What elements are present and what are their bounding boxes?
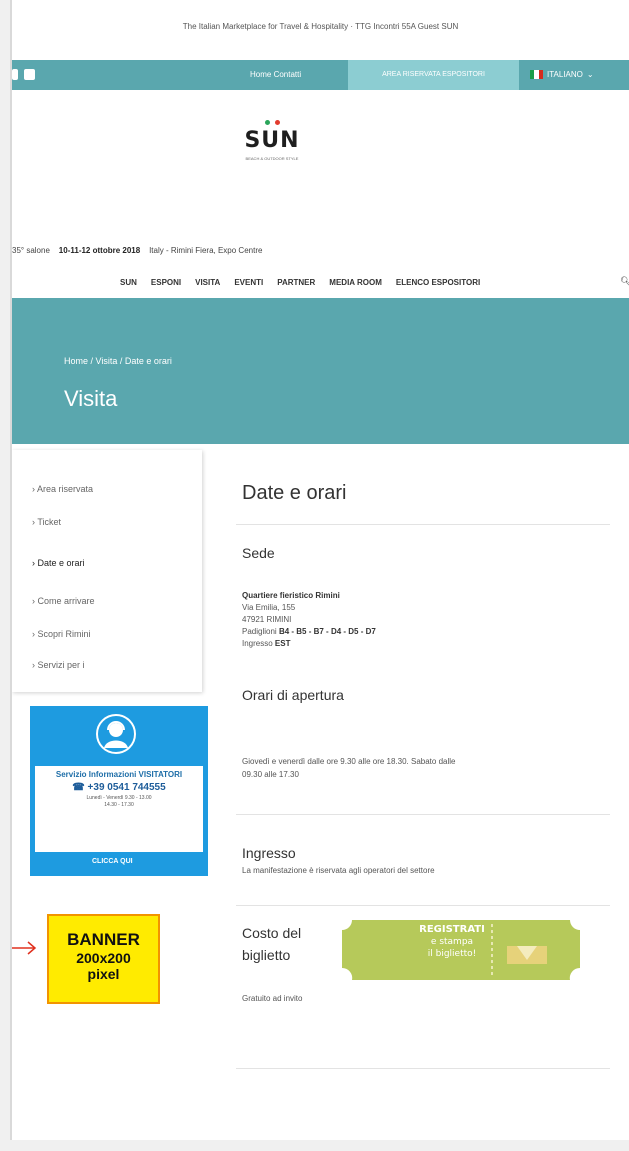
pavilions-label: Padiglioni	[242, 627, 277, 636]
ticket-banner-line-3: il biglietto!	[427, 949, 477, 959]
phone-number: +39 0541 744555	[87, 782, 166, 793]
home-contacts-link[interactable]: Home Contatti	[250, 70, 301, 79]
divider	[236, 524, 610, 525]
language-selector[interactable]: ITALIANO ⌄	[530, 70, 594, 79]
entrance-value: EST	[274, 639, 291, 648]
contact-click-here-button[interactable]: CLICCA QUI	[92, 858, 133, 865]
sidebar-item-label: Area riservata	[37, 484, 94, 494]
logo-subtitle: BEACH & OUTDOOR STYLE	[245, 156, 299, 161]
main-nav: SUN ESPONI VISITA EVENTI PARTNER MEDIA R…	[120, 278, 480, 287]
divider	[236, 814, 610, 815]
cost-heading-line-2: biglietto	[242, 947, 291, 963]
venue-address: Quartiere fieristico Rimini Via Emilia, …	[242, 590, 376, 650]
venue-street: Via Emilia, 155	[242, 603, 296, 612]
sidebar-item-date-e-orari[interactable]: › Date e orari	[32, 558, 85, 568]
hours-text-line-2: 09.30 alle 17.30	[242, 770, 299, 779]
tagline: The Italian Marketplace for Travel & Hos…	[182, 22, 459, 31]
visitor-info-title: Servizio Informazioni VISITATORI	[55, 770, 183, 779]
site-container: The Italian Marketplace for Travel & Hos…	[12, 0, 629, 1140]
cost-text: Gratuito ad invito	[242, 994, 303, 1003]
event-dates: 10-11-12 ottobre 2018	[58, 246, 141, 255]
search-icon[interactable]: 🔍︎	[620, 276, 629, 287]
nav-item-esponi[interactable]: ESPONI	[151, 278, 181, 287]
sidebar-menu: › Area riservata › Ticket › Date e orari…	[12, 450, 202, 692]
hours-line-1: Lunedì - Venerdì 9.30 - 13.00	[86, 795, 152, 801]
content-title: Date e orari	[242, 482, 347, 504]
nav-item-visita[interactable]: VISITA	[195, 278, 220, 287]
facebook-icon[interactable]	[12, 69, 18, 80]
divider	[236, 1068, 610, 1069]
logo-dots	[222, 120, 322, 125]
visitor-info-hours: Lunedì - Venerdì 9.30 - 13.00 14.30 - 17…	[35, 793, 203, 809]
entry-heading: Ingresso	[242, 845, 296, 861]
cost-heading: Costo del biglietto	[242, 922, 301, 966]
phone-icon: ☎	[72, 782, 85, 793]
breadcrumb[interactable]: Home / Visita / Date e orari	[64, 356, 172, 366]
page-title: Visita	[64, 386, 118, 411]
venue-city: 47921 RIMINI	[242, 615, 292, 624]
visitor-info-card: Servizio Informazioni VISITATORI ☎ +39 0…	[35, 766, 203, 852]
nav-item-sun[interactable]: SUN	[120, 278, 137, 287]
nav-item-media-room[interactable]: MEDIA ROOM	[329, 278, 382, 287]
site-logo[interactable]: SUN BEACH & OUTDOOR STYLE	[222, 120, 322, 162]
ticket-banner-line-1: REGISTRATI	[419, 924, 485, 935]
ticket-banner-text: REGISTRATI e stampa il biglietto!	[382, 924, 522, 960]
hours-line-2: 14.30 - 17.30	[104, 802, 134, 808]
ad-banner-line-3: pixel	[87, 966, 120, 982]
sidebar-item-ticket[interactable]: › Ticket	[32, 517, 61, 527]
entry-text: La manifestazione è riservata agli opera…	[242, 866, 435, 875]
arrow-right-icon	[12, 941, 37, 955]
hours-text-line-1: Giovedì e venerdì dalle ore 9.30 alle or…	[242, 757, 456, 766]
logo-wordmark: SUN	[244, 128, 300, 153]
divider	[236, 905, 610, 906]
italy-flag-icon	[530, 70, 543, 79]
cost-heading-line-1: Costo del	[242, 925, 302, 941]
sidebar-item-label: Come arrivare	[37, 596, 95, 606]
ticket-banner-line-2: e stampa	[430, 937, 474, 947]
page: The Italian Marketplace for Travel & Hos…	[0, 0, 629, 1151]
instagram-icon[interactable]	[24, 69, 35, 80]
sidebar-item-label: Ticket	[37, 517, 62, 527]
top-bar: Home Contatti AREA RISERVATA ESPOSITORI …	[12, 60, 629, 90]
entrance-label: Ingresso	[242, 639, 273, 648]
pavilions-value: B4 - B5 - B7 - D4 - D5 - D7	[278, 627, 376, 636]
venue-heading: Sede	[242, 545, 275, 561]
main-content	[216, 450, 629, 1140]
ad-banner-placeholder[interactable]: BANNER 200x200 pixel	[47, 914, 160, 1004]
chevron-down-icon: ⌄	[586, 70, 594, 79]
sidebar-item-label: Scopri Rimini	[37, 629, 91, 639]
venue-name: Quartiere fieristico Rimini	[242, 591, 340, 600]
language-label: ITALIANO	[547, 70, 583, 79]
hours-text: Giovedì e venerdì dalle ore 9.30 alle or…	[242, 755, 455, 781]
page-banner: Home / Visita / Date e orari Visita	[12, 298, 629, 444]
nav-item-elenco-espositori[interactable]: ELENCO ESPOSITORI	[396, 278, 480, 287]
hours-heading: Orari di apertura	[242, 687, 344, 703]
sidebar-item-scopri-rimini[interactable]: › Scopri Rimini	[32, 629, 91, 639]
sidebar-item-label: Date e orari	[37, 558, 85, 568]
event-edition: 35° salone	[12, 246, 50, 255]
ad-banner-line-2: 200x200	[76, 950, 131, 966]
visitor-info-widget[interactable]: Servizio Informazioni VISITATORI ☎ +39 0…	[30, 706, 208, 876]
sidebar-item-label: Servizi per i	[37, 660, 85, 670]
nav-item-partner[interactable]: PARTNER	[277, 278, 315, 287]
sidebar-item-servizi[interactable]: › Servizi per i	[32, 660, 85, 670]
event-info: 35° salone 10-11-12 ottobre 2018 Italy -…	[12, 246, 262, 255]
visitor-info-phone[interactable]: ☎ +39 0541 744555	[35, 780, 203, 793]
ad-banner-line-1: BANNER	[67, 930, 140, 949]
sidebar-item-come-arrivare[interactable]: › Come arrivare	[32, 596, 95, 606]
reserved-area-button[interactable]: AREA RISERVATA ESPOSITORI	[348, 60, 519, 90]
support-agent-icon	[96, 714, 136, 754]
sidebar-item-area-riservata[interactable]: › Area riservata	[32, 484, 93, 494]
event-place: Italy - Rimini Fiera, Expo Centre	[149, 246, 263, 255]
nav-item-eventi[interactable]: EVENTI	[234, 278, 263, 287]
